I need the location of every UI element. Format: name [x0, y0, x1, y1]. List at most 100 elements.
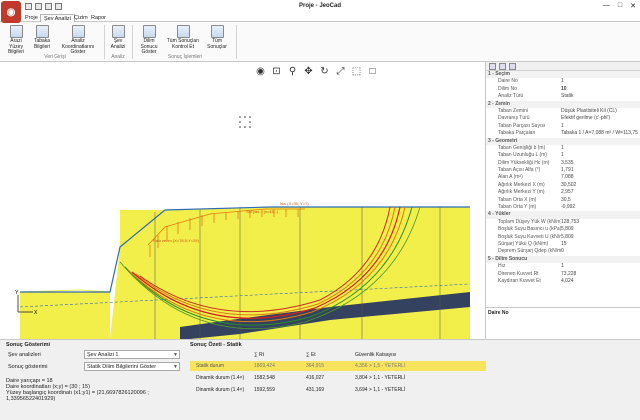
slope-drawing[interactable]: Sol yaz... (x=45;..) Nıs (X=35; Y=?) Fat… [0, 62, 486, 339]
property-value: 0 [561, 248, 564, 255]
property-key: Daire No [498, 78, 518, 85]
property-row[interactable]: Tabaka Parçaları Tabaka 1 / A=7,088 m² / … [486, 130, 640, 137]
property-row[interactable]: Taban Orta X (m) 30,5 [486, 197, 640, 204]
property-row[interactable]: Taban Orta Y (m) -0,992 [486, 204, 640, 211]
tab-rapor[interactable]: Rapor [88, 14, 109, 22]
header-fs: Güvenlik Katsayısı [355, 352, 397, 358]
tabaka-bilgileri-button[interactable]: Tabaka Bilgileri [31, 25, 53, 50]
property-category[interactable]: 1 - Seçim [486, 71, 640, 79]
dilim-sonucu-button[interactable]: Dilim Sonucu Göster [135, 25, 163, 56]
sonuc-gosterimi-value: Statik Dilim Bilgilerini Göster [87, 364, 157, 370]
drawing-canvas[interactable]: Sol yaz... (x=45;..) Nıs (X=35; Y=?) Fat… [0, 62, 486, 339]
analiz-koordinat-button[interactable]: Analiz Koordinatlarını Göster [56, 25, 100, 56]
sonuc-gosterimi-title: Sonuç Gösterimi [6, 342, 51, 348]
property-key: Direnen Kuvvet Rt [498, 270, 539, 277]
categorized-icon[interactable] [489, 63, 496, 70]
property-category[interactable]: 3 - Geometri [486, 137, 640, 145]
table-row[interactable]: Dinamik durum (1.4×) 1582,548 416,027 3,… [190, 373, 486, 383]
sev-analizleri-label: Şev analizleri [8, 352, 41, 358]
table-row[interactable]: Statik durum 1869,424 364,915 4,356 > 1,… [190, 361, 486, 371]
property-row[interactable]: Boşluk Suyu Basıncı u (kPa) 5,809 [486, 226, 640, 233]
box-icon[interactable]: □ [367, 66, 378, 77]
zoom-window-icon[interactable]: ⊡ [271, 66, 282, 77]
rotate-icon[interactable]: ↻ [319, 66, 330, 77]
property-row[interactable]: Hız 1 [486, 263, 640, 270]
property-key: Davranış Türü [498, 115, 530, 122]
property-value: Düşük Plastisiteli Kil (CL) [561, 107, 617, 114]
slope-analysis-icon [111, 25, 125, 38]
property-value: Efektif gerilme (c'-phi') [561, 115, 611, 122]
fit-icon[interactable]: ⤢ [335, 66, 346, 77]
property-row[interactable]: Taban Parçası Sayısı 1 [486, 123, 640, 130]
property-row[interactable]: Sürşarj Yükü Q (kN/m) 15 [486, 241, 640, 248]
property-row[interactable]: Dilim No 10 [486, 86, 640, 93]
maximize-button[interactable]: □ [618, 2, 622, 10]
sev-analizi-select[interactable]: Şev Analizi 1 ▼ [84, 350, 180, 359]
property-key: Ağırlık Merkezi X (m) [498, 181, 545, 188]
category-label: 5 - Dilim Sonucu [488, 255, 528, 262]
property-value: -0,992 [561, 204, 576, 211]
ribbon: Arazi Yüzey Bilgileri Tabaka Bilgileri A… [0, 22, 640, 62]
property-row[interactable]: Davranış Türü Efektif gerilme (c'-phi') [486, 115, 640, 122]
chevron-down-icon: ▼ [173, 364, 178, 370]
arazi-yuzey-button[interactable]: Arazi Yüzey Bilgileri [3, 25, 29, 56]
property-key: Taban Orta Y (m) [498, 204, 537, 211]
pan-icon[interactable]: ✥ [303, 66, 314, 77]
property-row[interactable]: Dilim Yüksekliği Hc (m) 3,535 [486, 160, 640, 167]
property-category[interactable]: 2 - Zemin [486, 100, 640, 108]
row-et: 364,915 [306, 363, 325, 369]
property-row[interactable]: Kaydıran Kuvvet Et 4,024 [486, 278, 640, 285]
cube-icon[interactable]: ⬚ [351, 66, 362, 77]
tum-sonuclari-kontrol-button[interactable]: Tüm Sonuçları Kontrol Et [166, 25, 200, 50]
table-row[interactable]: Dinamik durum (1.4×) 1592,559 431,169 3,… [190, 385, 486, 395]
property-key: Deprem Sürşarj Qdep (kN/m) [498, 248, 561, 255]
property-row[interactable]: Ağırlık Merkezi X (m) 30,502 [486, 182, 640, 189]
sonuc-gosterimi-select[interactable]: Statik Dilim Bilgilerini Göster ▼ [84, 362, 180, 371]
property-row[interactable]: Taban Açısı Alfa (°) 1,791 [486, 167, 640, 174]
sev-analizi-button[interactable]: Şev Analizi [107, 25, 129, 50]
property-row[interactable]: Direnen Kuvvet Rt 73,228 [486, 271, 640, 278]
property-pages-icon[interactable] [509, 63, 516, 70]
row-fs: 3,694 > 1,1 - YETERLİ [355, 387, 406, 393]
header-rt: ∑ Rt [254, 352, 264, 358]
group-analiz: Analiz [111, 54, 125, 60]
zoom-icon[interactable]: ⚲ [287, 66, 298, 77]
property-row[interactable]: Taban Genişliği b (m) 1 [486, 145, 640, 152]
property-row[interactable]: Daire No 1 [486, 78, 640, 85]
ribbon-tabs: Proje Şev Analizi Çizim Rapor [0, 13, 640, 22]
property-row[interactable]: Toplam Düşey Yük W (kN/m) 128,753 [486, 219, 640, 226]
property-key: Alan A (m²) [498, 174, 523, 181]
category-label: 1 - Seçim [488, 71, 510, 77]
property-category[interactable]: 5 - Dilim Sonucu [486, 255, 640, 264]
property-key: Taban Genişliği b (m) [498, 144, 546, 151]
tab-sev-analizi[interactable]: Şev Analizi [40, 14, 75, 22]
property-row[interactable]: Ağırlık Merkezi Y (m) 2,957 [486, 189, 640, 196]
terrain-icon [9, 25, 23, 38]
tum-sonuclar-button[interactable]: Tüm Sonuçlar [202, 25, 232, 50]
row-rt: 1592,559 [254, 387, 275, 393]
eye-icon[interactable]: ◉ [255, 66, 266, 77]
ribbon-separator [236, 25, 237, 59]
row-et: 416,027 [306, 375, 325, 381]
tab-proje[interactable]: Proje [22, 14, 41, 22]
row-rt: 1582,548 [254, 375, 275, 381]
property-row[interactable]: Boşluk Suyu Kuvveti U (kN/m) 5,809 [486, 234, 640, 241]
property-row[interactable]: Deprem Sürşarj Qdep (kN/m) 0 [486, 248, 640, 255]
close-button[interactable]: ✕ [630, 2, 636, 10]
property-row[interactable]: Taban Uzunluğu L (m) 1 [486, 152, 640, 159]
app-logo-icon[interactable]: ◉ [1, 1, 21, 23]
row-fs: 3,804 > 1,1 - YETERLİ [355, 375, 406, 381]
property-row[interactable]: Taban Zemini Düşük Plastisiteli Kil (CL) [486, 108, 640, 115]
property-key: Sürşarj Yükü Q (kN/m) [498, 240, 549, 247]
property-key: Taban Parçası Sayısı [498, 122, 546, 129]
property-key: Boşluk Suyu Kuvveti U (kN/m) [498, 233, 561, 240]
property-value: 30,5 [561, 196, 571, 203]
property-row[interactable]: Analiz Türü Statik [486, 93, 640, 100]
minimize-button[interactable]: — [603, 2, 610, 10]
group-sonuc-islemleri: Sonuç İşlemleri [167, 54, 203, 60]
sort-alpha-icon[interactable] [499, 63, 506, 70]
property-category[interactable]: 4 - Yükler [486, 211, 640, 219]
property-row[interactable]: Alan A (m²) 7,088 [486, 174, 640, 181]
property-value: 1,791 [561, 167, 574, 174]
ribbon-separator [104, 25, 105, 59]
